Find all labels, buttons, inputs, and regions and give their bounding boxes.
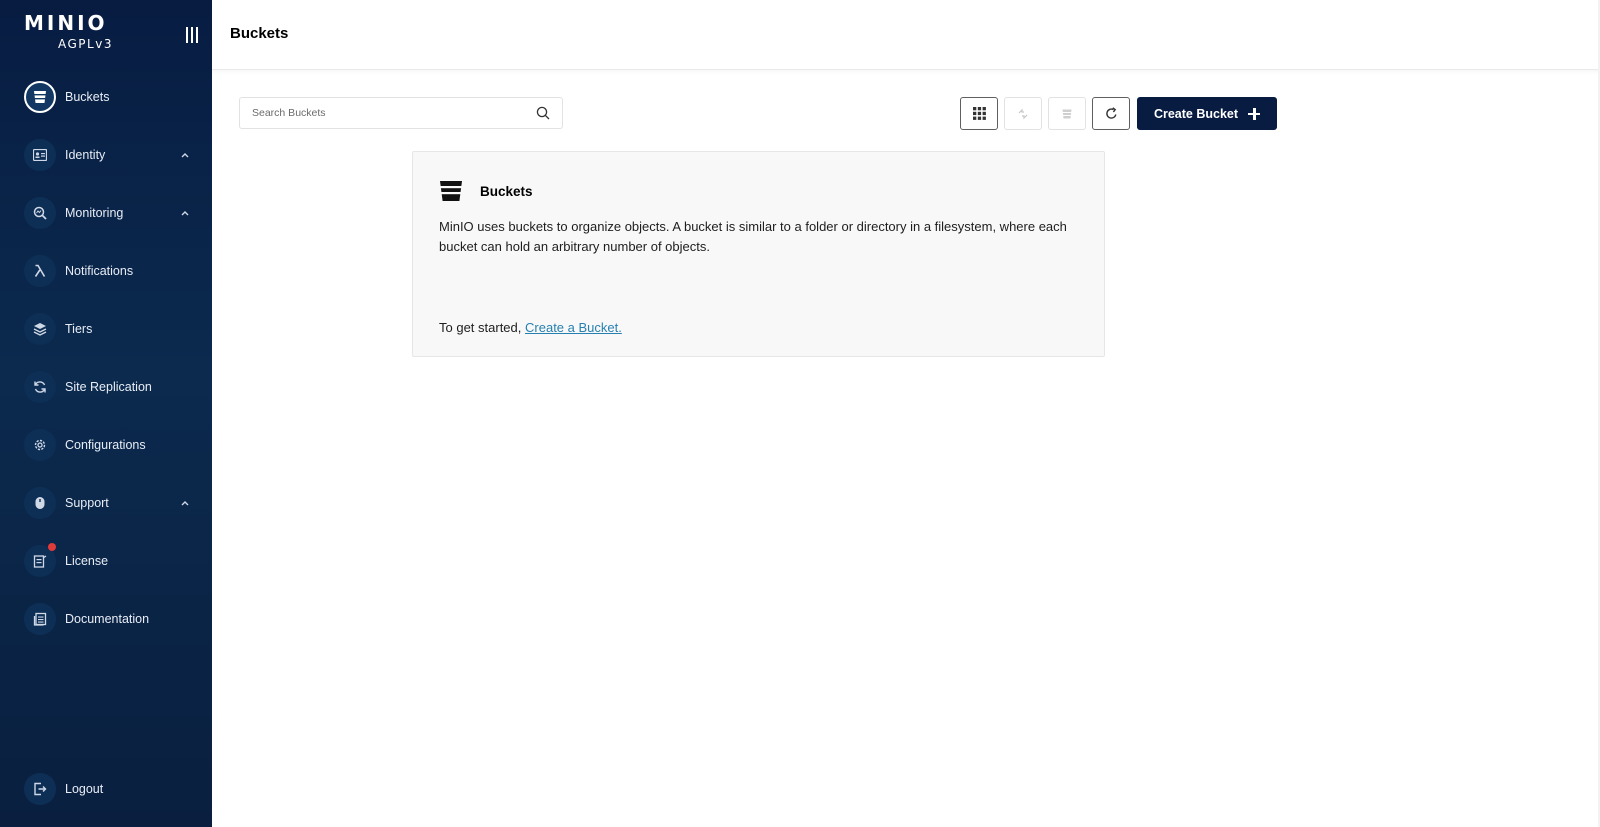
create-bucket-link[interactable]: Create a Bucket. bbox=[525, 320, 622, 335]
search-box[interactable] bbox=[239, 97, 563, 129]
lambda-icon bbox=[24, 255, 56, 287]
sidebar-item-label: Support bbox=[65, 496, 109, 510]
logout-icon bbox=[24, 773, 56, 805]
search-icon[interactable] bbox=[536, 106, 550, 120]
logo-wordmark: MINIO bbox=[24, 11, 108, 35]
bucket-icon bbox=[24, 81, 56, 113]
chevron-up-icon bbox=[181, 211, 189, 216]
sidebar-item-label: Notifications bbox=[65, 264, 134, 278]
sidebar-item-label: Tiers bbox=[65, 322, 93, 336]
sidebar: MINIO AGPLv3 Buckets Identity Monitoring bbox=[0, 0, 212, 827]
sidebar-item-label: Documentation bbox=[65, 612, 150, 626]
sidebar-item-label: License bbox=[65, 554, 109, 568]
page-title: Buckets bbox=[230, 25, 289, 42]
notification-dot bbox=[48, 543, 56, 551]
plus-icon bbox=[1248, 107, 1261, 120]
logout-label: Logout bbox=[65, 782, 104, 796]
monitoring-search-icon bbox=[24, 197, 56, 229]
layers-icon bbox=[24, 313, 56, 345]
refresh-button[interactable] bbox=[1092, 97, 1130, 130]
search-input[interactable] bbox=[252, 98, 522, 128]
documentation-icon bbox=[24, 603, 56, 635]
gear-icon bbox=[24, 429, 56, 461]
sidebar-item-support[interactable]: Support bbox=[0, 474, 212, 532]
empty-state-description: MinIO uses buckets to organize objects. … bbox=[439, 219, 1067, 254]
empty-state-footer: To get started, Create a Bucket. bbox=[439, 320, 622, 335]
collapse-sidebar-icon[interactable] bbox=[184, 26, 200, 44]
sidebar-menu: Buckets Identity Monitoring Notification… bbox=[0, 68, 212, 648]
logo-license: AGPLv3 bbox=[58, 37, 113, 51]
minio-logo[interactable]: MINIO AGPLv3 bbox=[24, 12, 154, 56]
empty-state-card: Buckets MinIO uses buckets to organize o… bbox=[412, 151, 1105, 357]
sidebar-item-label: Identity bbox=[65, 148, 106, 162]
sidebar-item-configurations[interactable]: Configurations bbox=[0, 416, 212, 474]
sidebar-item-identity[interactable]: Identity bbox=[0, 126, 212, 184]
bucket-icon bbox=[440, 181, 462, 201]
sync-icon bbox=[24, 371, 56, 403]
sidebar-item-label: Buckets bbox=[65, 90, 110, 104]
sidebar-item-tiers[interactable]: Tiers bbox=[0, 300, 212, 358]
grid-icon bbox=[972, 107, 986, 120]
create-bucket-button[interactable]: Create Bucket bbox=[1137, 97, 1277, 130]
grid-view-button[interactable] bbox=[960, 97, 998, 130]
replication-icon bbox=[1018, 108, 1028, 119]
set-replication-button[interactable] bbox=[1004, 97, 1042, 130]
page-header: Buckets bbox=[212, 0, 1600, 70]
chevron-up-icon bbox=[181, 501, 189, 506]
chevron-up-icon bbox=[181, 153, 189, 158]
sidebar-item-monitoring[interactable]: Monitoring bbox=[0, 184, 212, 242]
logout-button[interactable]: Logout bbox=[0, 760, 212, 818]
empty-state-title: Buckets bbox=[480, 184, 533, 199]
footer-prefix: To get started, bbox=[439, 320, 522, 335]
bucket-stack-icon bbox=[1062, 109, 1072, 118]
sidebar-item-label: Monitoring bbox=[65, 206, 124, 220]
sidebar-item-documentation[interactable]: Documentation bbox=[0, 590, 212, 648]
support-mouse-icon bbox=[24, 487, 56, 519]
sidebar-item-license[interactable]: License bbox=[0, 532, 212, 590]
id-card-icon bbox=[24, 139, 56, 171]
bulk-bucket-button[interactable] bbox=[1048, 97, 1086, 130]
sidebar-item-notifications[interactable]: Notifications bbox=[0, 242, 212, 300]
refresh-icon bbox=[1105, 107, 1116, 119]
sidebar-item-label: Site Replication bbox=[65, 380, 152, 394]
create-bucket-label: Create Bucket bbox=[1153, 106, 1239, 121]
sidebar-item-label: Configurations bbox=[65, 438, 146, 452]
sidebar-item-buckets[interactable]: Buckets bbox=[0, 68, 212, 126]
sidebar-item-site-replication[interactable]: Site Replication bbox=[0, 358, 212, 416]
